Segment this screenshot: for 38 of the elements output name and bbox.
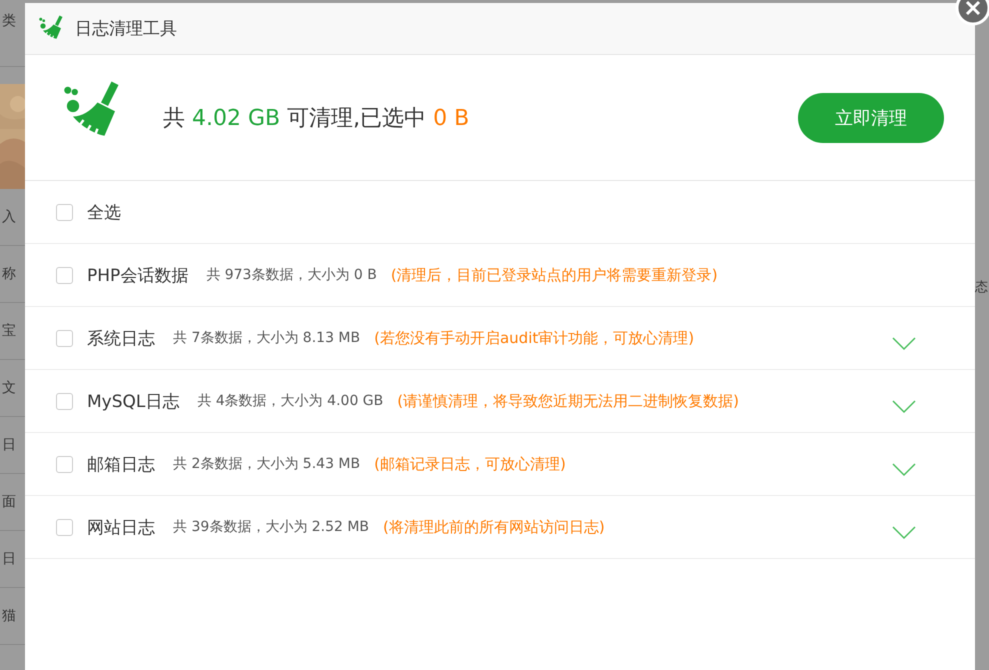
checkbox[interactable] <box>56 456 73 472</box>
chevron-icon[interactable] <box>892 400 916 414</box>
item-name: PHP会话数据 <box>87 264 188 286</box>
item-info: 共 2条数据，大小为 5.43 MB <box>173 455 360 473</box>
item-info: 共 4条数据，大小为 4.00 GB <box>197 392 384 410</box>
item-note: (请谨慎清理，将导致您近期无法用二进制恢复数据) <box>397 392 739 410</box>
item-name: MySQL日志 <box>87 390 180 412</box>
background-text: 入 <box>2 208 16 226</box>
background-text: 日 <box>2 550 16 568</box>
background-text: 文 <box>2 379 16 397</box>
item-name: 网站日志 <box>87 516 155 538</box>
checkbox[interactable] <box>56 204 73 220</box>
item-note: (将清理此前的所有网站访问日志) <box>383 518 605 536</box>
background-text: 类 <box>2 12 16 30</box>
item-note: (若您没有手动开启audit审计功能，可放心清理) <box>374 328 694 348</box>
item-note: (邮箱记录日志，可放心清理) <box>374 454 566 474</box>
checkbox[interactable] <box>56 330 73 346</box>
checkbox[interactable] <box>56 266 73 284</box>
item-info: 共 7条数据，大小为 8.13 MB <box>173 329 360 347</box>
background-text: 面 <box>2 493 16 511</box>
background-text: 日 <box>2 436 16 454</box>
select-all-label[interactable]: 全选 <box>87 200 121 224</box>
chevron-icon[interactable] <box>892 337 916 351</box>
item-name: 邮箱日志 <box>87 454 155 476</box>
item-name: 系统日志 <box>87 328 155 350</box>
chevron-icon[interactable] <box>892 526 916 540</box>
summary-text: 共 4.02 GB 可清理,已选中 0 B <box>163 104 470 132</box>
chevron-icon[interactable] <box>892 463 916 477</box>
background-text: 猫 <box>2 607 16 625</box>
item-info: 共 973条数据，大小为 0 B <box>206 266 377 284</box>
checkbox[interactable] <box>56 518 73 536</box>
item-info: 共 39条数据，大小为 2.52 MB <box>173 518 370 536</box>
checkbox[interactable] <box>56 392 73 410</box>
window-title: 日志清理工具 <box>75 18 177 40</box>
item-note: (清理后，目前已登录站点的用户将需要重新登录) <box>390 266 718 284</box>
background-text: 称 <box>2 265 16 283</box>
background-text: 宝 <box>2 322 16 340</box>
background-text: 态 <box>975 279 988 296</box>
